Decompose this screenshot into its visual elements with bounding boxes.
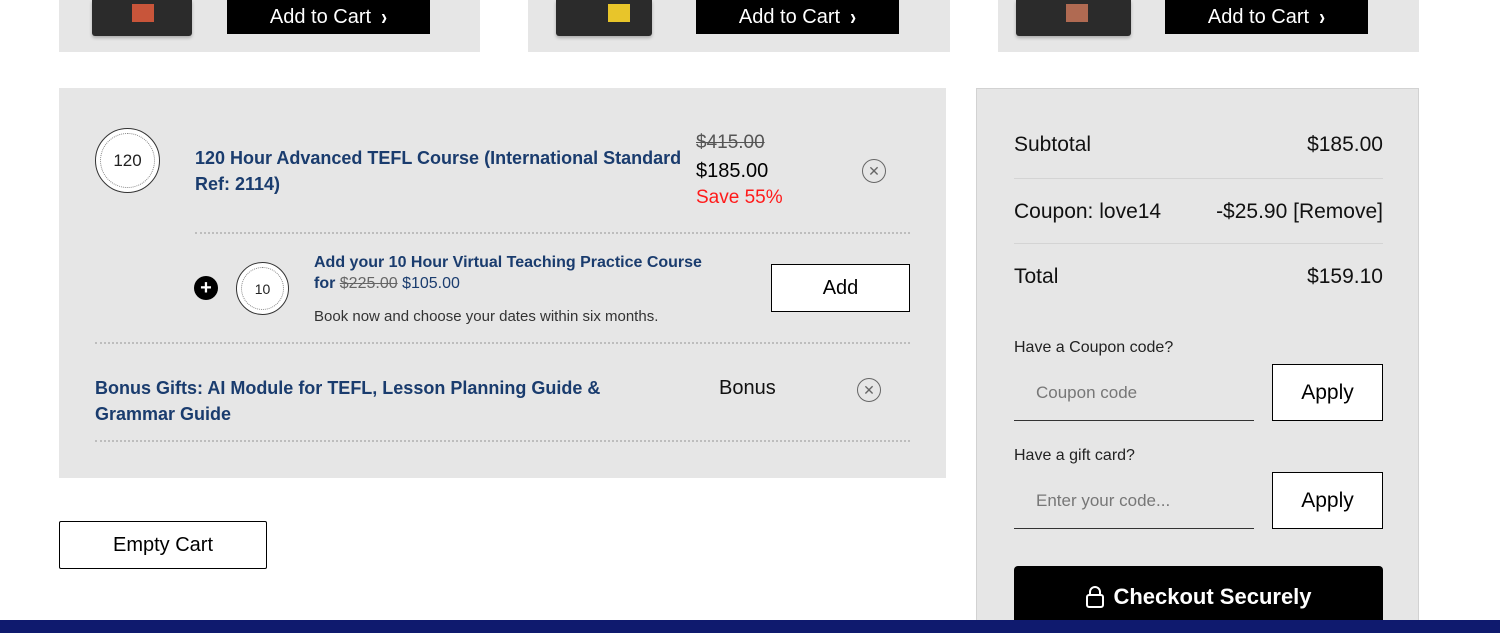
gift-card-prompt: Have a gift card?: [1014, 447, 1135, 464]
chevron-right-icon: ›: [1319, 3, 1326, 30]
divider: [95, 342, 910, 344]
divider: [1014, 243, 1383, 244]
subtotal-value: $185.00: [1307, 133, 1383, 156]
add-to-cart-button[interactable]: Add to Cart ›: [227, 0, 430, 34]
addon-note: Book now and choose your dates within si…: [314, 308, 659, 325]
product-thumbnail: [92, 0, 192, 36]
add-to-cart-label: Add to Cart: [738, 5, 841, 28]
add-to-cart-button[interactable]: Add to Cart ›: [1165, 0, 1368, 34]
savings-label: Save 55%: [696, 187, 783, 208]
coupon-prompt: Have a Coupon code?: [1014, 339, 1174, 356]
course-badge-text: 120: [113, 150, 142, 170]
product-thumbnail: [556, 0, 652, 36]
upsell-card-2: Add to Cart ›: [528, 0, 950, 52]
apply-coupon-button[interactable]: Apply: [1272, 364, 1383, 421]
remove-item-icon[interactable]: ✕: [862, 159, 886, 183]
coupon-label: Coupon: love14: [1014, 200, 1162, 223]
subtotal-row: Subtotal $185.00: [1014, 123, 1383, 167]
chevron-right-icon: ›: [850, 3, 857, 30]
add-to-cart-label: Add to Cart: [1207, 5, 1310, 28]
course-badge-icon: 120: [95, 128, 160, 193]
addon-title: Add your 10 Hour Virtual Teaching Practi…: [314, 254, 702, 271]
apply-gift-card-button[interactable]: Apply: [1272, 472, 1383, 529]
product-thumbnail: [1016, 0, 1131, 36]
total-row: Total $159.10: [1014, 255, 1383, 299]
lock-icon: [1086, 586, 1105, 608]
subtotal-label: Subtotal: [1014, 133, 1092, 156]
total-value: $159.10: [1307, 265, 1383, 288]
coupon-remove-link[interactable]: -$25.90 [Remove]: [1216, 200, 1383, 224]
gift-card-input[interactable]: [1014, 473, 1254, 529]
divider: [1014, 178, 1383, 179]
add-to-cart-button[interactable]: Add to Cart ›: [696, 0, 899, 34]
bonus-price-label: Bonus: [719, 377, 776, 399]
divider: [195, 232, 910, 234]
add-to-cart-label: Add to Cart: [269, 5, 372, 28]
add-addon-button[interactable]: Add: [771, 264, 910, 312]
footer-bar: [0, 620, 1500, 633]
addon-badge-icon: 10: [236, 262, 289, 315]
coupon-row: Coupon: love14 -$25.90 [Remove]: [1014, 190, 1383, 234]
checkout-label: Checkout Securely: [1113, 584, 1312, 609]
original-price: $415.00: [696, 132, 765, 153]
chevron-right-icon: ›: [381, 3, 388, 30]
upsell-card-3: Add to Cart ›: [998, 0, 1419, 52]
addon-for-label: for: [314, 275, 336, 292]
remove-bonus-icon[interactable]: ✕: [857, 378, 881, 402]
addon-offer-text: Add your 10 Hour Virtual Teaching Practi…: [314, 252, 734, 294]
empty-cart-button[interactable]: Empty Cart: [59, 521, 267, 569]
addon-current-price: $105.00: [402, 275, 460, 292]
bonus-item-title: Bonus Gifts: AI Module for TEFL, Lesson …: [95, 378, 601, 424]
divider: [95, 440, 910, 442]
current-price: $185.00: [696, 160, 769, 182]
addon-original-price: $225.00: [339, 275, 398, 292]
coupon-input[interactable]: [1014, 365, 1254, 421]
plus-circle-icon: +: [194, 276, 218, 300]
addon-badge-text: 10: [254, 280, 271, 297]
cart-item-title[interactable]: 120 Hour Advanced TEFL Course (Internati…: [195, 145, 695, 197]
checkout-button[interactable]: Checkout Securely: [1014, 566, 1383, 628]
order-summary-panel: Subtotal $185.00 Coupon: love14 -$25.90 …: [976, 88, 1419, 633]
total-label: Total: [1014, 265, 1059, 288]
upsell-card-1: Add to Cart ›: [59, 0, 480, 52]
